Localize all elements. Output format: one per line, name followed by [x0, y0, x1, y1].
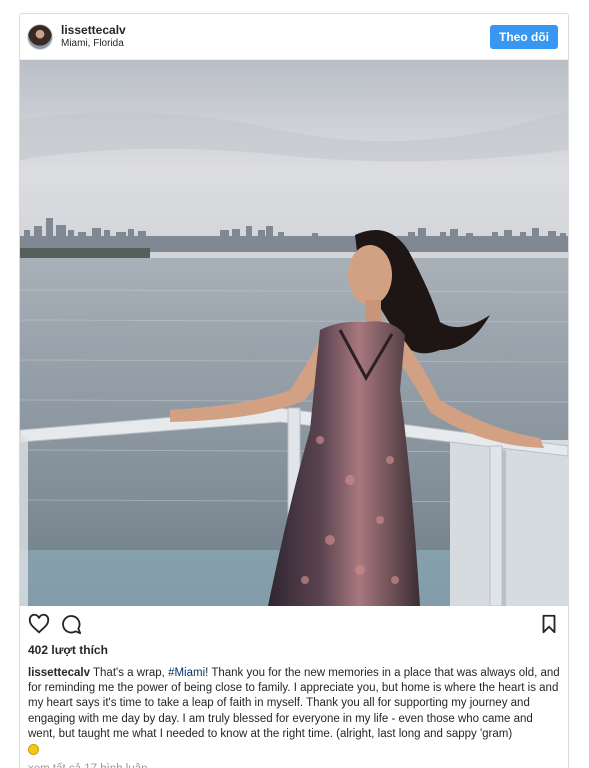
user-info: lissettecalv Miami, Florida [61, 23, 490, 50]
location-link[interactable]: Miami, Florida [61, 38, 490, 50]
caption-username[interactable]: lissettecalv [28, 667, 90, 679]
sky [20, 60, 568, 260]
island [20, 248, 150, 258]
photo-illustration [20, 60, 568, 606]
hashtag-link[interactable]: #Miami [168, 667, 205, 679]
instagram-post: lissettecalv Miami, Florida Theo dõi 402… [19, 13, 569, 768]
caption-text-before: That's a wrap, [93, 667, 169, 679]
post-header: lissettecalv Miami, Florida Theo dõi [20, 14, 568, 60]
username-link[interactable]: lissettecalv [61, 23, 490, 38]
building-side [450, 440, 568, 606]
view-all-comments-link[interactable]: xem tất cả 17 bình luận [20, 759, 568, 768]
likes-count[interactable]: 402 lượt thích [20, 642, 568, 658]
heart-icon[interactable] [28, 613, 50, 635]
post-photo[interactable] [20, 60, 568, 606]
comment-icon[interactable] [60, 613, 82, 635]
action-bar [20, 606, 568, 642]
follow-button[interactable]: Theo dõi [490, 24, 558, 49]
avatar[interactable] [27, 23, 53, 50]
sunflower-emoji-icon [28, 744, 39, 756]
bookmark-icon[interactable] [538, 613, 560, 635]
post-caption: lissettecalv That's a wrap, #Miami! Than… [20, 658, 568, 759]
